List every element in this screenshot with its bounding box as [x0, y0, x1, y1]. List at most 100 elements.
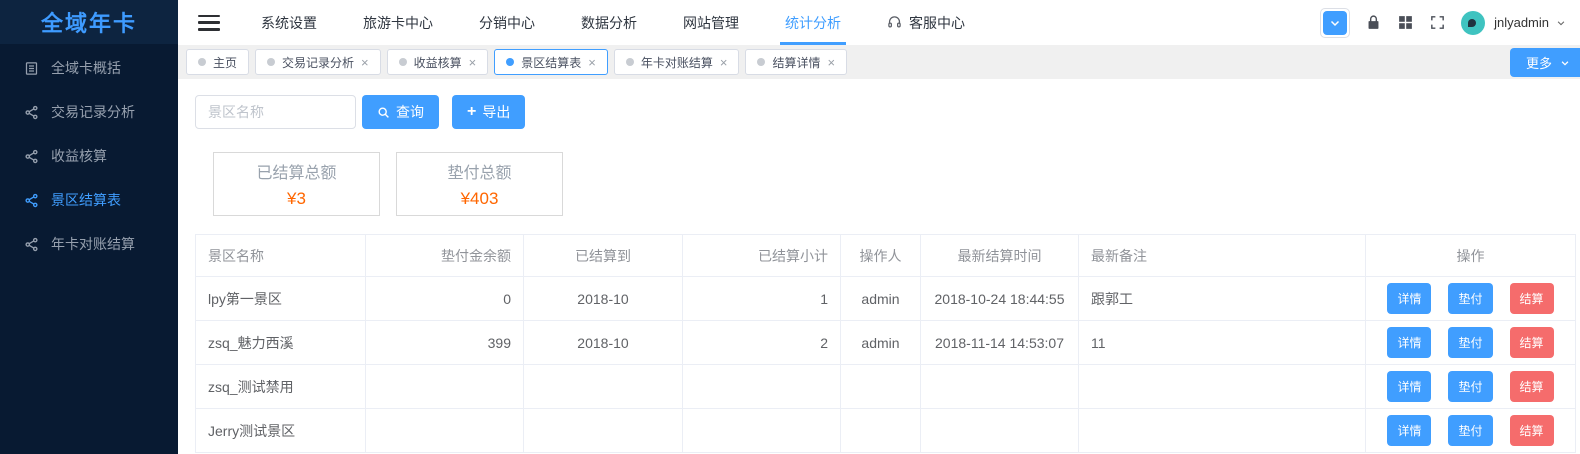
cell-advance-balance: [365, 408, 524, 453]
lock-icon[interactable]: [1365, 14, 1382, 31]
summary-cards: 已结算总额 ¥3 垫付总额 ¥403: [213, 152, 1565, 216]
nav-item-label: 网站管理: [683, 14, 739, 31]
tab-label: 收益核算: [413, 55, 462, 70]
advance-button[interactable]: 垫付: [1448, 283, 1493, 314]
tab-revenue-audit[interactable]: 收益核算 ×: [386, 49, 489, 75]
nav-item-system-settings[interactable]: 系统设置: [238, 0, 340, 45]
detail-button[interactable]: 详情: [1387, 415, 1432, 446]
tab-transaction-analysis[interactable]: 交易记录分析 ×: [255, 49, 381, 75]
query-button[interactable]: 查询: [362, 95, 439, 129]
tab-dot: [625, 58, 634, 66]
cell-last-note: [1078, 408, 1366, 453]
chevron-down-icon: [1323, 10, 1348, 35]
settle-button[interactable]: 结算: [1509, 371, 1554, 402]
card-value: ¥403: [460, 189, 499, 208]
advance-total-card: 垫付总额 ¥403: [396, 152, 563, 216]
nav-item-data-analysis[interactable]: 数据分析: [558, 0, 660, 45]
col-header-settled-subtotal: 已结算小计: [682, 234, 841, 277]
cell-settled-to: [523, 408, 683, 453]
col-header-last-settle-time: 最新结算时间: [920, 234, 1079, 277]
tab-label: 主页: [213, 55, 238, 70]
advance-button[interactable]: 垫付: [1448, 327, 1493, 358]
hamburger-icon[interactable]: [198, 14, 220, 31]
cell-settled-subtotal: [682, 408, 841, 453]
export-button-label: 导出: [482, 104, 511, 120]
export-button[interactable]: + 导出: [452, 95, 526, 129]
nav-item-travel-card-center[interactable]: 旅游卡中心: [340, 0, 456, 45]
theme-dropdown-button[interactable]: [1320, 7, 1351, 38]
nav-item-distribution-center[interactable]: 分销中心: [456, 0, 558, 45]
tab-annual-card-reconciliation[interactable]: 年卡对账结算 ×: [613, 49, 740, 75]
col-header-operator: 操作人: [840, 234, 921, 277]
col-header-scenic-name: 景区名称: [195, 234, 366, 277]
cell-operator: admin: [840, 320, 921, 365]
sidebar-item-revenue-audit[interactable]: 收益核算: [0, 134, 178, 178]
sidebar-menu: 全域卡概括 交易记录分析 收益核算 景区结算表 年卡对账结算: [0, 44, 178, 266]
cell-last-settle-time: [920, 364, 1079, 409]
sidebar-logo-area[interactable]: 全域年卡: [0, 0, 178, 44]
close-icon[interactable]: ×: [469, 56, 477, 69]
cell-operator: admin: [840, 276, 921, 321]
cell-last-settle-time: [920, 408, 1079, 453]
cell-scenic-name: Jerry测试景区: [195, 408, 366, 453]
tab-label: 交易记录分析: [282, 55, 355, 70]
cell-last-note: 跟郭工: [1078, 276, 1366, 321]
table-row: Jerry测试景区 详情 垫付 结算: [195, 408, 1576, 453]
card-label: 已结算总额: [256, 165, 337, 182]
cell-settled-to: 2018-10: [523, 276, 683, 321]
tab-home[interactable]: 主页: [186, 49, 250, 75]
cell-operator: [840, 364, 921, 409]
app-logo: 全域年卡: [40, 11, 137, 36]
cell-advance-balance: 399: [365, 320, 524, 365]
sidebar-item-card-overview[interactable]: 全域卡概括: [0, 46, 178, 90]
advance-button[interactable]: 垫付: [1448, 415, 1493, 446]
table-row: lpy第一景区 0 2018-10 1 admin 2018-10-24 18:…: [195, 276, 1576, 321]
nav-item-statistics-analysis[interactable]: 统计分析: [762, 0, 864, 45]
tab-scenic-settlement[interactable]: 景区结算表 ×: [494, 49, 608, 75]
search-icon: [378, 106, 389, 118]
fullscreen-icon[interactable]: [1429, 14, 1446, 31]
tab-settlement-detail[interactable]: 结算详情 ×: [745, 49, 848, 75]
settle-button[interactable]: 结算: [1509, 283, 1554, 314]
advance-button[interactable]: 垫付: [1448, 371, 1493, 402]
settle-button[interactable]: 结算: [1509, 415, 1554, 446]
detail-button[interactable]: 详情: [1387, 327, 1432, 358]
nav-item-website-management[interactable]: 网站管理: [660, 0, 762, 45]
detail-button[interactable]: 详情: [1387, 371, 1432, 402]
scenic-name-search-input[interactable]: [195, 95, 356, 129]
sidebar-item-transaction-analysis[interactable]: 交易记录分析: [0, 90, 178, 134]
close-icon[interactable]: ×: [588, 56, 596, 69]
more-button-label: 更多: [1525, 56, 1552, 71]
tab-dot: [398, 58, 407, 66]
cell-advance-balance: 0: [365, 276, 524, 321]
close-icon[interactable]: ×: [361, 56, 369, 69]
grid-icon[interactable]: [1397, 14, 1414, 31]
username[interactable]: jnlyadmin: [1494, 15, 1549, 30]
close-icon[interactable]: ×: [720, 56, 728, 69]
share-icon: [25, 105, 38, 119]
user-menu-caret-icon[interactable]: [1556, 18, 1566, 28]
tab-strip: 主页 交易记录分析 × 收益核算 × 景区结算表 × 年卡对账结算 × 结算详情…: [178, 45, 1580, 79]
cell-last-note: [1078, 364, 1366, 409]
nav-item-customer-service[interactable]: 客服中心: [864, 0, 988, 45]
cell-actions: 详情 垫付 结算: [1365, 320, 1576, 365]
close-icon[interactable]: ×: [827, 56, 835, 69]
sidebar: 全域年卡 全域卡概括 交易记录分析 收益核算 景区结算表 年卡对账结算: [0, 0, 178, 454]
top-navbar: 系统设置 旅游卡中心 分销中心 数据分析 网站管理 统计分析 客服中心 jnly…: [178, 0, 1580, 45]
sidebar-item-annual-card-reconciliation[interactable]: 年卡对账结算: [0, 222, 178, 266]
detail-button[interactable]: 详情: [1387, 283, 1432, 314]
table-row: zsq_测试禁用 详情 垫付 结算: [195, 364, 1576, 409]
cell-last-note: 11: [1078, 320, 1366, 365]
sidebar-item-label: 全域卡概括: [51, 60, 121, 76]
settled-total-card: 已结算总额 ¥3: [213, 152, 380, 216]
settlement-table: 景区名称 垫付金余额 已结算到 已结算小计 操作人 最新结算时间 最新备注 操作: [195, 234, 1576, 453]
settle-button[interactable]: 结算: [1509, 327, 1554, 358]
tabs-more-button[interactable]: 更多: [1509, 48, 1580, 77]
plus-icon: +: [467, 103, 477, 120]
share-icon: [25, 237, 38, 251]
col-header-actions: 操作: [1365, 234, 1576, 277]
sidebar-item-scenic-settlement[interactable]: 景区结算表: [0, 178, 178, 222]
sidebar-item-label: 收益核算: [51, 148, 107, 164]
avatar[interactable]: [1461, 10, 1486, 35]
table-row: zsq_魅力西溪 399 2018-10 2 admin 2018-11-14 …: [195, 320, 1576, 365]
